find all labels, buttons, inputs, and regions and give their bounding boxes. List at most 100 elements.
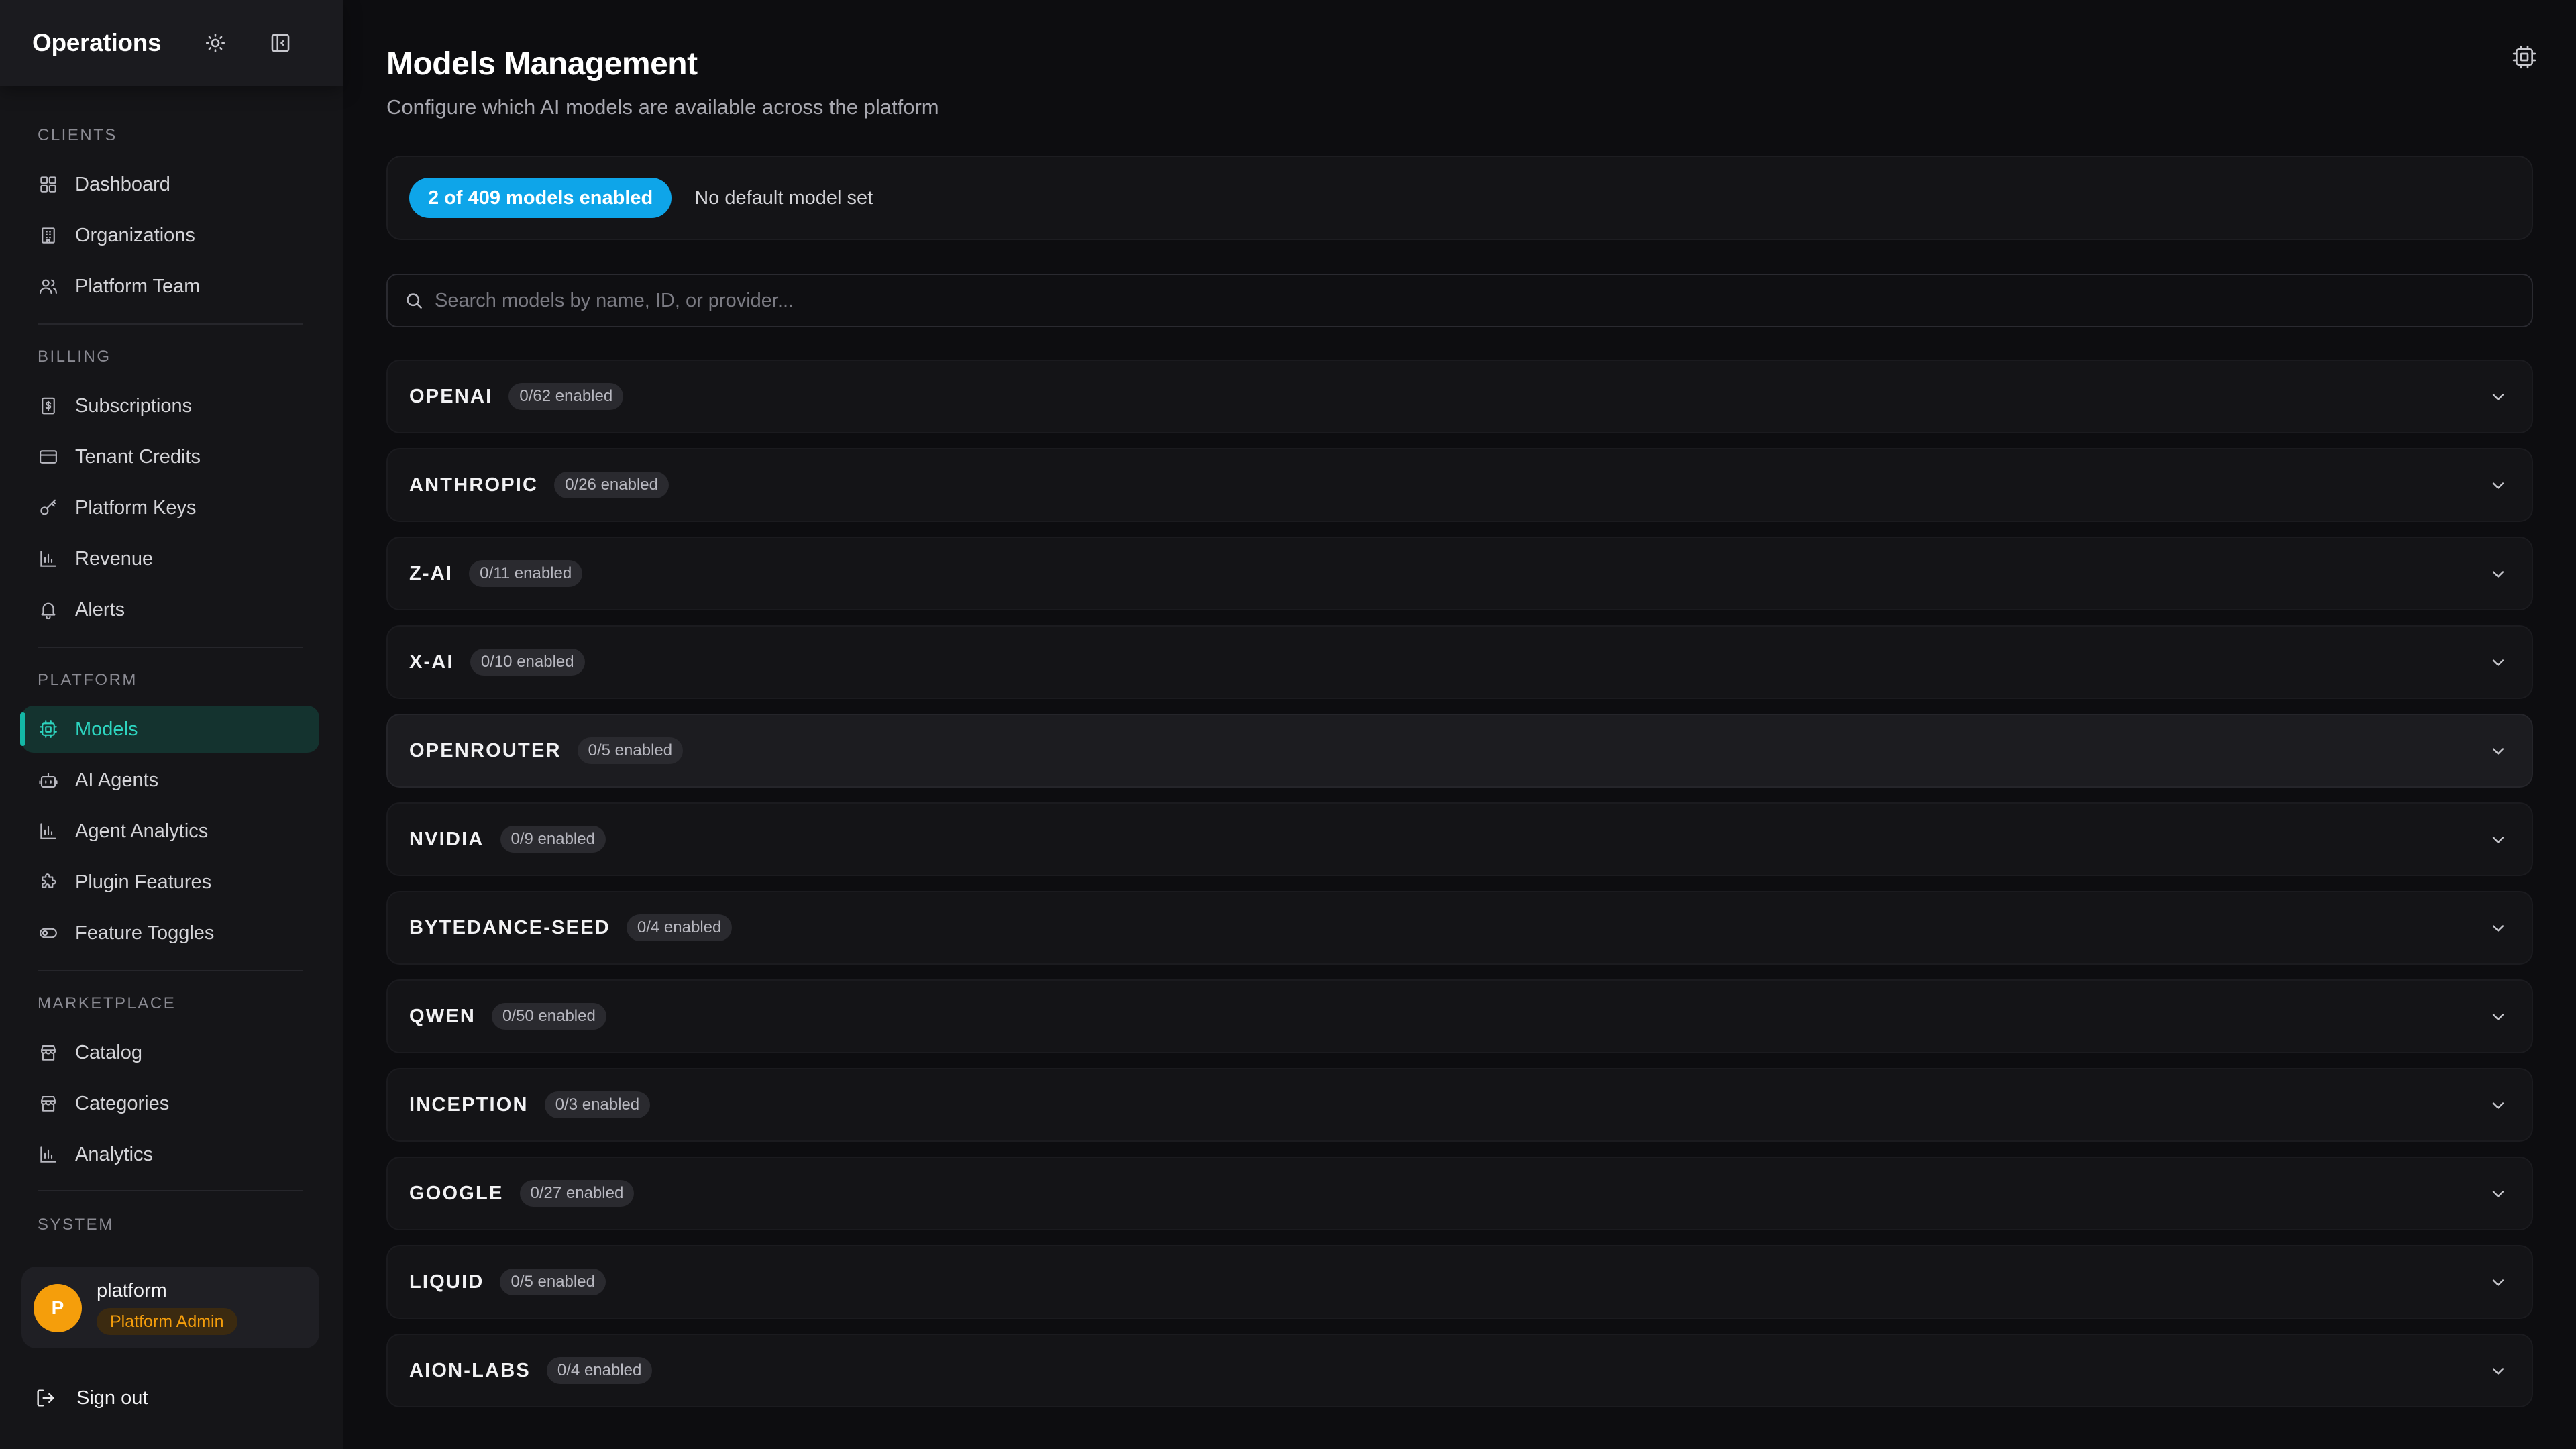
provider-enabled-count: 0/4 enabled (546, 1357, 653, 1384)
sidebar-item-alerts[interactable]: Alerts (21, 586, 319, 633)
sidebar-header: Operations (0, 0, 343, 86)
chevron-down-icon (2487, 1006, 2509, 1028)
provider-row-openai[interactable]: OPENAI 0/62 enabled (386, 360, 2533, 433)
sun-icon (205, 33, 225, 53)
sidebar-item-tenant-credits[interactable]: Tenant Credits (21, 433, 319, 480)
search-input[interactable] (435, 289, 2532, 312)
page-title: Models Management (386, 46, 698, 82)
provider-row-bytedance-seed[interactable]: BYTEDANCE-SEED 0/4 enabled (386, 891, 2533, 965)
theme-toggle-button[interactable] (201, 28, 230, 58)
provider-name: INCEPTION (409, 1093, 529, 1116)
chevron-down-icon (2487, 918, 2509, 939)
provider-row-aion-labs[interactable]: AION-LABS 0/4 enabled (386, 1334, 2533, 1407)
store-icon (38, 1093, 59, 1114)
sidebar-item-label: Analytics (75, 1143, 154, 1165)
sidebar-item-platform-team[interactable]: Platform Team (21, 263, 319, 310)
provider-row-x-ai[interactable]: X-AI 0/10 enabled (386, 625, 2533, 699)
provider-enabled-count: 0/3 enabled (544, 1091, 651, 1118)
chevron-down-icon (2487, 1095, 2509, 1116)
user-name: platform (97, 1280, 167, 1301)
provider-name: BYTEDANCE-SEED (409, 916, 610, 938)
sidebar-item-dashboard[interactable]: Dashboard (21, 161, 319, 208)
app-title: Operations (32, 29, 162, 56)
sidebar-divider (38, 323, 303, 325)
provider-row-qwen[interactable]: QWEN 0/50 enabled (386, 979, 2533, 1053)
sidebar-item-label: Categories (75, 1092, 170, 1114)
sidebar-item-agent-analytics[interactable]: Agent Analytics (21, 808, 319, 855)
settings-button[interactable] (2509, 42, 2540, 72)
section-label-billing: BILLING (38, 347, 111, 366)
sidebar-item-models[interactable]: Models (20, 706, 319, 753)
chevron-down-icon (2487, 1360, 2509, 1382)
chevron-down-icon (2487, 741, 2509, 762)
cpu-icon (38, 718, 59, 740)
sidebar-divider (38, 1190, 303, 1191)
sidebar-divider (38, 647, 303, 648)
sidebar-item-organizations[interactable]: Organizations (21, 212, 319, 259)
provider-name: QWEN (409, 1005, 476, 1027)
toggle-icon (38, 922, 59, 944)
sidebar: Operations CLIENTS Dashboard Organizatio… (0, 0, 343, 1449)
section-label-marketplace: MARKETPLACE (38, 994, 176, 1012)
provider-row-google[interactable]: GOOGLE 0/27 enabled (386, 1157, 2533, 1230)
puzzle-icon (38, 871, 59, 893)
sign-out-label: Sign out (76, 1387, 148, 1409)
provider-row-z-ai[interactable]: Z-AI 0/11 enabled (386, 537, 2533, 610)
sidebar-item-revenue[interactable]: Revenue (21, 535, 319, 582)
sidebar-item-label: Subscriptions (75, 394, 193, 417)
sidebar-item-label: Tenant Credits (75, 445, 201, 468)
sidebar-item-categories[interactable]: Categories (21, 1080, 319, 1127)
chevron-down-icon (2487, 829, 2509, 851)
receipt-icon (38, 395, 59, 417)
sidebar-item-feature-toggles[interactable]: Feature Toggles (21, 910, 319, 957)
user-card[interactable]: P platform Platform Admin (21, 1267, 319, 1348)
provider-row-anthropic[interactable]: ANTHROPIC 0/26 enabled (386, 448, 2533, 522)
provider-row-nvidia[interactable]: NVIDIA 0/9 enabled (386, 802, 2533, 876)
page-subtitle: Configure which AI models are available … (386, 95, 939, 119)
bell-icon (38, 599, 59, 621)
provider-name: ANTHROPIC (409, 474, 539, 496)
provider-name: LIQUID (409, 1271, 484, 1293)
sidebar-item-label: Agent Analytics (75, 820, 209, 842)
credit-card-icon (38, 446, 59, 468)
sidebar-item-label: Models (75, 718, 138, 740)
provider-enabled-count: 0/50 enabled (492, 1003, 606, 1030)
provider-name: OPENROUTER (409, 739, 561, 761)
provider-row-liquid[interactable]: LIQUID 0/5 enabled (386, 1245, 2533, 1319)
sidebar-item-plugin-features[interactable]: Plugin Features (21, 859, 319, 906)
provider-row-openrouter[interactable]: OPENROUTER 0/5 enabled (386, 714, 2533, 788)
provider-name: GOOGLE (409, 1182, 504, 1204)
sidebar-item-analytics[interactable]: Analytics (21, 1131, 319, 1178)
section-label-clients: CLIENTS (38, 126, 117, 144)
provider-enabled-count: 0/26 enabled (554, 472, 669, 498)
sidebar-item-label: Platform Keys (75, 496, 197, 519)
avatar: P (34, 1284, 82, 1332)
search-icon (404, 290, 424, 311)
sign-out-button[interactable]: Sign out (35, 1378, 148, 1418)
search-box (386, 274, 2533, 327)
chevron-down-icon (2487, 1183, 2509, 1205)
key-icon (38, 497, 59, 519)
provider-row-inception[interactable]: INCEPTION 0/3 enabled (386, 1068, 2533, 1142)
provider-enabled-count: 0/10 enabled (470, 649, 585, 676)
collapse-sidebar-button[interactable] (266, 28, 295, 58)
sidebar-item-subscriptions[interactable]: Subscriptions (21, 382, 319, 429)
sidebar-item-catalog[interactable]: Catalog (21, 1029, 319, 1076)
sidebar-item-label: Revenue (75, 547, 154, 570)
sidebar-item-label: Organizations (75, 224, 195, 246)
provider-enabled-count: 0/9 enabled (500, 826, 606, 853)
sidebar-item-label: AI Agents (75, 769, 159, 791)
grid-icon (38, 174, 59, 195)
chevron-down-icon (2487, 475, 2509, 496)
sidebar-item-ai-agents[interactable]: AI Agents (21, 757, 319, 804)
cpu-settings-icon (2512, 45, 2536, 69)
provider-name: AION-LABS (409, 1359, 531, 1381)
sidebar-item-platform-keys[interactable]: Platform Keys (21, 484, 319, 531)
chevron-down-icon (2487, 564, 2509, 585)
bar-chart-icon (38, 1144, 59, 1165)
sidebar-item-label: Catalog (75, 1041, 142, 1063)
log-out-icon (35, 1387, 56, 1409)
provider-name: X-AI (409, 651, 454, 673)
sidebar-item-label: Dashboard (75, 173, 170, 195)
sidebar-item-label: Plugin Features (75, 871, 212, 893)
